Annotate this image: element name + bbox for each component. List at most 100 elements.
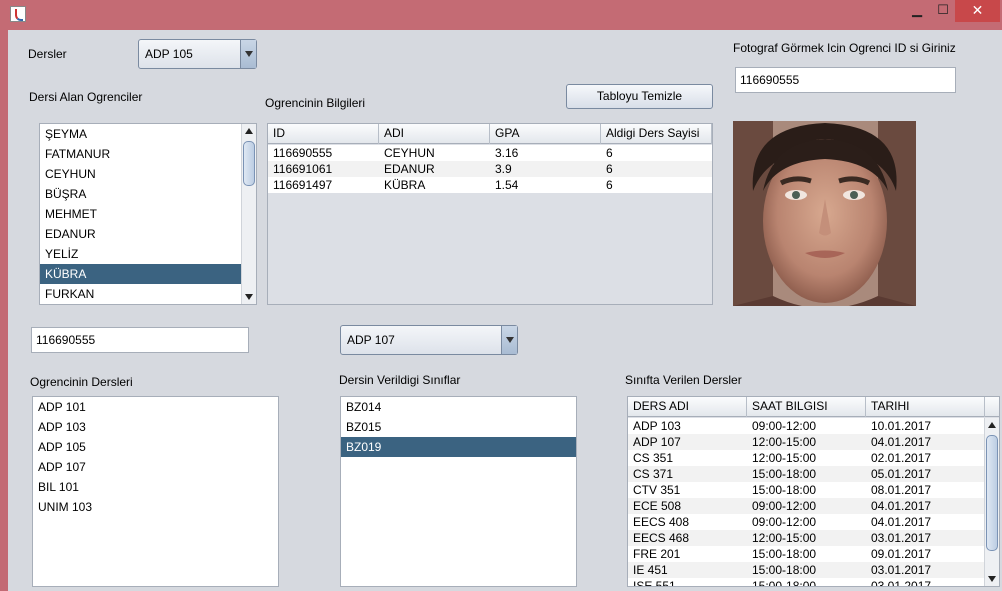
info-col-adi[interactable]: ADI xyxy=(379,124,490,144)
table-row[interactable]: FRE 201 15:00-18:00 09.01.2017 xyxy=(628,546,985,562)
siniflar-label: Dersin Verildigi Sınıflar xyxy=(339,373,461,387)
table-cell: CTV 351 xyxy=(633,483,681,497)
table-cell: 116691061 xyxy=(273,162,333,176)
student-id-input[interactable]: 116690555 xyxy=(31,327,249,353)
classrooms-list[interactable]: BZ014 BZ015 BZ019 xyxy=(340,396,577,587)
table-cell: 09.01.2017 xyxy=(871,547,932,561)
table-cell: 3.16 xyxy=(495,146,519,160)
scroll-up-arrow-icon[interactable] xyxy=(242,124,256,138)
schedule-col-ders-adi[interactable]: DERS ADI xyxy=(628,397,747,417)
list-item[interactable]: BÜŞRA xyxy=(40,184,256,204)
list-item[interactable]: BZ015 xyxy=(341,417,576,437)
table-cell: KÜBRA xyxy=(384,178,426,192)
info-col-gpa[interactable]: GPA xyxy=(490,124,601,144)
schedule-col-saat[interactable]: SAAT BILGISI xyxy=(747,397,866,417)
table-cell: 02.01.2017 xyxy=(871,451,932,465)
students-list[interactable]: ŞEYMA FATMANUR CEYHUN BÜŞRA MEHMET EDANUR YELİ… xyxy=(39,123,257,305)
schedule-table[interactable]: DERS ADI SAAT BILGISI TARIHI ADP 103 09:0… xyxy=(627,396,1000,587)
table-cell: 09:00-12:00 xyxy=(752,419,817,433)
table-cell: 15:00-18:00 xyxy=(752,579,817,587)
list-item[interactable]: ADP 105 xyxy=(33,437,278,457)
info-table-header: ID ADI GPA Aldigi Ders Sayisi xyxy=(268,124,712,144)
table-row[interactable]: 116691061 EDANUR 3.9 6 xyxy=(268,161,712,177)
scroll-up-arrow-icon[interactable] xyxy=(985,418,999,432)
table-row[interactable]: 116690555 CEYHUN 3.16 6 xyxy=(268,145,712,161)
class-combo[interactable]: ADP 107 xyxy=(340,325,518,355)
table-cell: 116690555 xyxy=(273,146,333,160)
list-item[interactable]: FURKAN xyxy=(40,284,256,304)
clear-table-button[interactable]: Tabloyu Temizle xyxy=(566,84,713,109)
table-cell: 12:00-15:00 xyxy=(752,435,817,449)
list-item[interactable]: ADP 103 xyxy=(33,417,278,437)
table-cell: 1.54 xyxy=(495,178,519,192)
courses-items: ADP 101 ADP 103 ADP 105 ADP 107 BIL 101 UNIM … xyxy=(33,397,278,517)
list-item[interactable]: CEYHUN xyxy=(40,164,256,184)
schedule-scrollbar[interactable] xyxy=(984,418,999,586)
table-cell: FRE 201 xyxy=(633,547,681,561)
table-row[interactable]: CS 351 12:00-15:00 02.01.2017 xyxy=(628,450,985,466)
ogrencinin-dersleri-label: Ogrencinin Dersleri xyxy=(30,375,133,389)
main-panel: Dersler ADP 105 Fotograf Görmek Icin Ogr… xyxy=(8,30,1002,591)
students-scrollbar[interactable] xyxy=(241,124,256,304)
minimize-button[interactable]: ▁ xyxy=(904,0,930,22)
table-cell: CEYHUN xyxy=(384,146,435,160)
scroll-down-arrow-icon[interactable] xyxy=(242,290,256,304)
list-item[interactable]: EDANUR xyxy=(40,224,256,244)
table-cell: CS 351 xyxy=(633,451,674,465)
students-items: ŞEYMA FATMANUR CEYHUN BÜŞRA MEHMET EDANUR YELİ… xyxy=(40,124,256,304)
list-item[interactable]: ADP 101 xyxy=(33,397,278,417)
list-item[interactable]: UNIM 103 xyxy=(33,497,278,517)
photo-id-input[interactable]: 116690555 xyxy=(735,67,956,93)
list-item[interactable]: KÜBRA xyxy=(40,264,256,284)
list-item[interactable]: BZ014 xyxy=(341,397,576,417)
close-button[interactable]: ✕ xyxy=(955,0,1000,22)
list-item[interactable]: FATMANUR xyxy=(40,144,256,164)
table-cell: EECS 408 xyxy=(633,515,690,529)
scroll-thumb[interactable] xyxy=(986,435,998,551)
table-row[interactable]: IE 451 15:00-18:00 03.01.2017 xyxy=(628,562,985,578)
table-cell: CS 371 xyxy=(633,467,674,481)
table-row[interactable]: ECE 508 09:00-12:00 04.01.2017 xyxy=(628,498,985,514)
table-cell: 3.9 xyxy=(495,162,512,176)
table-cell: IE 451 xyxy=(633,563,668,577)
list-item[interactable]: YELİZ xyxy=(40,244,256,264)
list-item[interactable]: ADP 107 xyxy=(33,457,278,477)
scroll-thumb[interactable] xyxy=(243,141,255,186)
list-item[interactable]: BIL 101 xyxy=(33,477,278,497)
info-col-ders-sayisi[interactable]: Aldigi Ders Sayisi xyxy=(601,124,712,144)
schedule-col-tarihi[interactable]: TARIHI xyxy=(866,397,985,417)
table-row[interactable]: EECS 468 12:00-15:00 03.01.2017 xyxy=(628,530,985,546)
list-item[interactable]: MEHMET xyxy=(40,204,256,224)
maximize-button[interactable]: ☐ xyxy=(930,0,956,22)
sinifta-dersler-label: Sınıfta Verilen Dersler xyxy=(625,373,742,387)
table-cell: 04.01.2017 xyxy=(871,515,932,529)
scroll-down-arrow-icon[interactable] xyxy=(985,572,999,586)
table-cell: 12:00-15:00 xyxy=(752,531,817,545)
table-row[interactable]: ADP 107 12:00-15:00 04.01.2017 xyxy=(628,434,985,450)
table-row[interactable]: CS 371 15:00-18:00 05.01.2017 xyxy=(628,466,985,482)
list-item[interactable]: BZ019 xyxy=(341,437,576,457)
table-cell: 04.01.2017 xyxy=(871,499,932,513)
table-row[interactable]: 116691497 KÜBRA 1.54 6 xyxy=(268,177,712,193)
table-cell: EDANUR xyxy=(384,162,435,176)
table-row[interactable]: ISE 551 15:00-18:00 03.01.2017 xyxy=(628,578,985,587)
table-cell: 05.01.2017 xyxy=(871,467,932,481)
student-courses-list[interactable]: ADP 101 ADP 103 ADP 105 ADP 107 BIL 101 UNIM … xyxy=(32,396,279,587)
list-item[interactable]: ŞEYMA xyxy=(40,124,256,144)
table-row[interactable]: CTV 351 15:00-18:00 08.01.2017 xyxy=(628,482,985,498)
chevron-down-icon[interactable] xyxy=(501,326,517,354)
info-table-body: 116690555 CEYHUN 3.16 6 116691061 EDANUR 3.9 6 1… xyxy=(268,145,712,193)
student-photo xyxy=(733,121,916,306)
table-cell: 6 xyxy=(606,162,613,176)
table-cell: ADP 107 xyxy=(633,435,681,449)
chevron-down-icon[interactable] xyxy=(240,40,256,68)
table-row[interactable]: ADP 103 09:00-12:00 10.01.2017 xyxy=(628,418,985,434)
table-row[interactable]: EECS 408 09:00-12:00 04.01.2017 xyxy=(628,514,985,530)
student-info-table[interactable]: ID ADI GPA Aldigi Ders Sayisi 116690555 C… xyxy=(267,123,713,305)
info-col-id[interactable]: ID xyxy=(268,124,379,144)
table-cell: 08.01.2017 xyxy=(871,483,932,497)
java-app-icon xyxy=(10,6,26,22)
schedule-table-body: ADP 103 09:00-12:00 10.01.2017 ADP 107 12:00… xyxy=(628,418,985,587)
dersler-combo[interactable]: ADP 105 xyxy=(138,39,257,69)
table-cell: 09:00-12:00 xyxy=(752,515,817,529)
